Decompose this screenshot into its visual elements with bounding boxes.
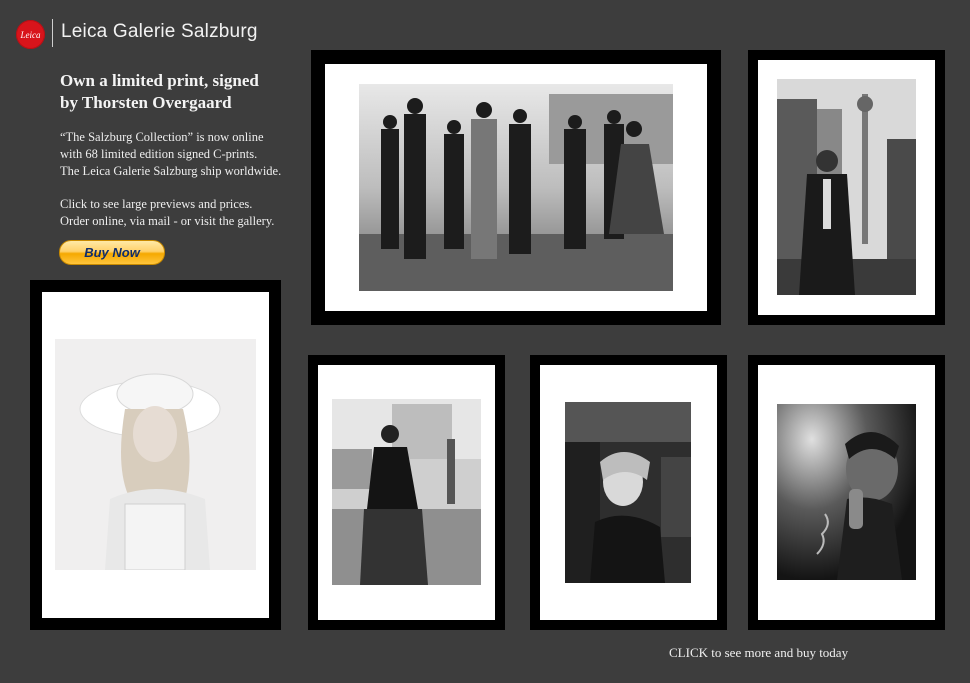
businessman-city-photo <box>777 79 916 295</box>
logo-text: Leica <box>20 29 41 40</box>
businessman-city-print[interactable] <box>748 50 945 325</box>
group-walking-print[interactable] <box>311 50 721 325</box>
woman-hat-photo <box>55 339 256 570</box>
buy-now-button[interactable]: Buy Now <box>59 240 165 265</box>
see-more-link[interactable]: CLICK to see more and buy today <box>669 645 848 661</box>
print-mat <box>758 365 935 620</box>
man-smoking-photo <box>777 404 916 580</box>
woman-walking-photo <box>332 399 481 585</box>
promo-description: “The Salzburg Collection” is now online … <box>60 129 300 180</box>
woman-crowd-photo <box>565 402 691 583</box>
headline-line-1: Own a limited print, signed <box>60 71 259 90</box>
gallery-title: Leica Galerie Salzburg <box>61 21 258 42</box>
print-mat <box>540 365 717 620</box>
promo-instructions: Click to see large previews and prices. … <box>60 196 300 230</box>
group-walking-photo <box>359 84 673 291</box>
desc-line-2: with 68 limited edition signed C-prints. <box>60 147 258 161</box>
print-mat <box>42 292 269 618</box>
woman-walking-street-print[interactable] <box>308 355 505 630</box>
header-divider <box>52 19 53 47</box>
leica-logo[interactable]: Leica <box>16 20 45 49</box>
desc-line-1: “The Salzburg Collection” is now online <box>60 130 264 144</box>
desc-line-3: The Leica Galerie Salzburg ship worldwid… <box>60 164 282 178</box>
print-mat <box>325 64 707 311</box>
woman-in-white-hat-print[interactable] <box>30 280 281 630</box>
desc-line-4: Click to see large previews and prices. <box>60 197 253 211</box>
print-mat <box>318 365 495 620</box>
promo-headline: Own a limited print, signed by Thorsten … <box>60 70 300 114</box>
man-smoking-print[interactable] <box>748 355 945 630</box>
woman-in-crowd-print[interactable] <box>530 355 727 630</box>
headline-line-2: by Thorsten Overgaard <box>60 93 232 112</box>
print-mat <box>758 60 935 315</box>
desc-line-5: Order online, via mail - or visit the ga… <box>60 214 275 228</box>
